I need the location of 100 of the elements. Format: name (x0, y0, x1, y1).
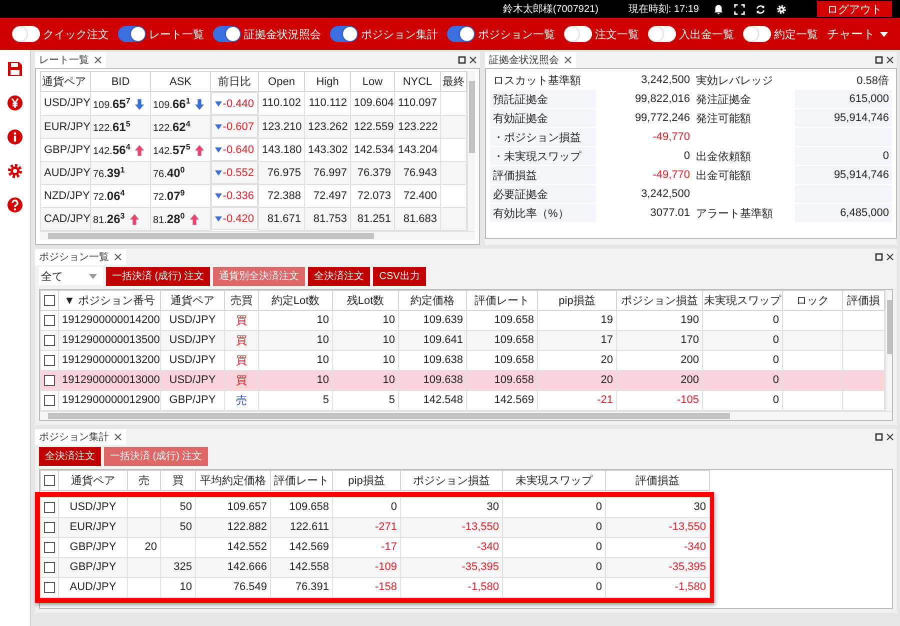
table-cell: 109.658 (494, 354, 534, 366)
table-cell: 0 (596, 561, 602, 573)
bid-price: 122.61$^{5}$ (93, 122, 130, 134)
checkbox[interactable] (44, 374, 55, 386)
toggle-label: 注文一覧 (595, 28, 639, 42)
toggle-switch[interactable] (213, 26, 241, 42)
panel-tab[interactable]: レート一覧 (35, 52, 106, 68)
scrollbar[interactable] (40, 230, 475, 240)
checkbox[interactable] (44, 394, 55, 406)
toggle-switch[interactable] (330, 26, 358, 42)
currency-pair: NZD/JPY (44, 190, 90, 202)
column-header[interactable]: 買 (172, 474, 184, 486)
table-cell: 10 (180, 581, 192, 593)
close-icon[interactable] (886, 432, 894, 440)
info-icon[interactable] (7, 129, 23, 145)
help-icon[interactable] (7, 197, 23, 213)
margin-label: ロスカット基準額 (493, 74, 581, 86)
toggle-switch[interactable] (118, 26, 146, 42)
currency-pair: USD/JPY (44, 97, 90, 110)
close-icon[interactable] (886, 56, 894, 64)
table-cell: 109.657 (227, 501, 267, 513)
table-cell: 122.611 (290, 521, 329, 533)
checkbox[interactable] (44, 314, 55, 326)
scrollbar[interactable] (467, 71, 475, 230)
checkbox[interactable] (44, 474, 55, 486)
table-cell: GBP/JPY (70, 541, 116, 553)
table-cell: USD/JPY (70, 501, 116, 513)
margin-label: 評価損益 (493, 170, 537, 182)
yen-icon[interactable] (7, 95, 23, 111)
order-button[interactable]: 全決済注文 (39, 446, 101, 466)
rate-value: 72.497 (313, 190, 347, 202)
fullscreen-icon[interactable] (734, 4, 745, 14)
maximize-icon[interactable] (458, 56, 466, 64)
checkbox[interactable] (44, 502, 55, 513)
maximize-icon[interactable] (875, 252, 883, 260)
toggle-switch[interactable] (648, 26, 676, 42)
panel-tab[interactable]: 証拠金状況照会 (485, 52, 576, 68)
checkbox[interactable] (44, 582, 55, 593)
rate-value: 76.943 (403, 166, 437, 178)
table-cell: 0 (772, 314, 779, 326)
ask-price: 76.40$^{0}$ (153, 168, 185, 180)
close-icon[interactable] (114, 252, 122, 260)
table-cell: AUD/JPY (70, 581, 116, 593)
filter-dropdown[interactable]: 全て (39, 267, 103, 285)
table-cell: -109 (374, 561, 397, 573)
margin-value: 615,000 (849, 93, 889, 105)
margin-value: 3077.01 (650, 207, 690, 219)
currency-pair: AUD/JPY (44, 166, 90, 178)
table-cell: 109.658 (494, 334, 534, 346)
margin-label: 有効証拠金 (493, 112, 548, 124)
checkbox[interactable] (44, 334, 55, 346)
close-icon[interactable] (94, 56, 102, 64)
rate-value: 143.204 (398, 144, 438, 156)
maximize-icon[interactable] (875, 56, 883, 64)
change-value: -0.607 (222, 120, 254, 132)
table-cell: 50 (180, 501, 192, 513)
save-icon[interactable] (7, 61, 23, 77)
close-icon[interactable] (886, 252, 894, 260)
margin-value: -49,770 (652, 131, 690, 143)
margin-value: 99,822,016 (634, 93, 690, 105)
table-cell: 142.558 (289, 561, 329, 573)
toggle-label: ポジション集計 (361, 28, 438, 42)
bell-icon[interactable] (713, 4, 724, 14)
maximize-icon[interactable] (875, 432, 883, 440)
checkbox[interactable] (44, 542, 55, 553)
toggle-switch[interactable] (12, 26, 40, 42)
close-icon[interactable] (469, 56, 477, 64)
margin-label: アラート基準額 (696, 208, 773, 220)
chart-menu[interactable]: チャート (827, 26, 888, 42)
table-cell: GBP/JPY (70, 561, 116, 573)
table-cell: EUR/JPY (70, 521, 116, 533)
rate-value: 109.604 (354, 97, 394, 110)
toggle-switch[interactable] (743, 26, 771, 42)
table-cell: 200 (680, 354, 699, 366)
checkbox[interactable] (44, 562, 55, 573)
table-cell: -35,395 (668, 561, 706, 573)
scrollbar[interactable] (885, 290, 892, 410)
column-header[interactable]: BID (111, 76, 130, 88)
checkbox[interactable] (44, 522, 55, 533)
table-cell: USD/JPY (169, 334, 216, 346)
checkbox[interactable] (44, 294, 55, 306)
toggle-switch[interactable] (564, 26, 592, 42)
table-cell: 20 (600, 374, 613, 386)
rate-value: 122.559 (354, 120, 394, 132)
close-icon[interactable] (564, 56, 572, 64)
refresh-icon[interactable] (755, 4, 766, 14)
table-cell: USD/JPY (169, 374, 216, 386)
panel-tab[interactable]: ポジション集計 (35, 428, 126, 444)
checkbox[interactable] (44, 354, 55, 366)
table-cell: 20 (600, 354, 613, 366)
panel-tab[interactable]: ポジション一覧 (35, 248, 126, 264)
order-button[interactable]: 一括決済 (成行) 注文 (106, 266, 210, 286)
rate-value: 143.180 (262, 144, 302, 156)
change-value: -0.640 (222, 144, 254, 156)
logout-button[interactable]: ログアウト (817, 1, 892, 17)
order-button[interactable]: 全決済注文 (308, 266, 370, 286)
order-button[interactable]: CSV出力 (373, 266, 426, 286)
column-header[interactable]: 売 (138, 474, 150, 486)
toggle-switch[interactable] (447, 26, 475, 42)
close-icon[interactable] (114, 432, 122, 440)
